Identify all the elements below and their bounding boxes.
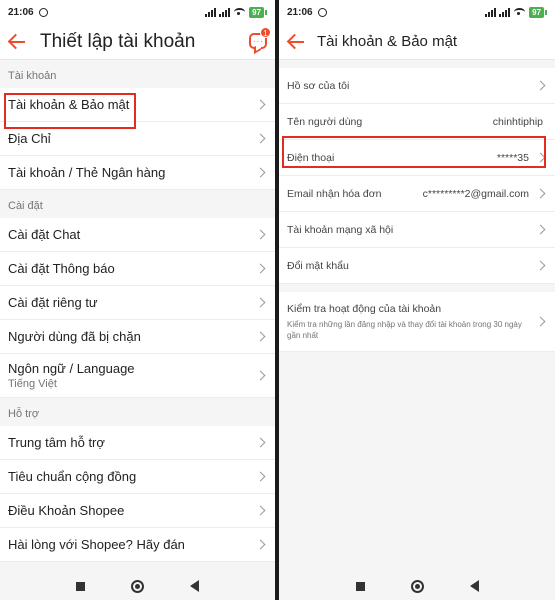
alarm-icon [38,7,48,17]
menu-item-label: Địa Chỉ [8,131,51,146]
menu-item-account-activity[interactable]: Kiểm tra hoạt động của tài khoản Kiểm tr… [279,292,555,352]
email-value: c*********2@gmail.com [422,187,529,200]
menu-item-label: Tên người dùng [287,115,363,128]
signal-icon [485,7,497,17]
alarm-icon [317,7,327,17]
menu-item-label: Người dùng đã bị chặn [8,329,141,344]
chevron-right-icon [535,316,546,327]
app-bar: Tài khoản & Bảo mật [279,24,555,60]
status-bar: 21:06 97 [279,0,555,24]
menu-item-address[interactable]: Địa Chỉ [0,122,275,156]
back-arrow-icon[interactable] [0,24,32,60]
battery-icon: 97 [249,6,264,18]
menu-item-account-security[interactable]: Tài khoản & Bảo mật [0,88,275,122]
chevron-right-icon [255,539,266,550]
section-header-support: Hỗ trợ [0,398,275,426]
menu-item-label: Ngôn ngữ / Language [8,361,135,376]
chevron-right-icon [255,297,266,308]
chevron-right-icon [255,133,266,144]
back-arrow-icon[interactable] [279,24,311,60]
home-icon[interactable] [131,579,144,593]
chevron-right-icon [535,80,546,91]
page-title: Thiết lập tài khoản [40,30,196,52]
menu-item-bank-account[interactable]: Tài khoản / Thẻ Ngân hàng [0,156,275,190]
chevron-right-icon [255,229,266,240]
menu-item-sublabel: Kiểm tra những lần đăng nhập và thay đổi… [287,319,522,340]
menu-item-notification-settings[interactable]: Cài đặt Thông báo [0,252,275,286]
username-value: chinhtiphip [492,115,543,128]
status-time: 21:06 [287,6,313,18]
chevron-right-icon [255,437,266,448]
chevron-right-icon [535,260,546,271]
status-time: 21:06 [8,6,34,18]
menu-item-phone[interactable]: Điện thoại *****35 [279,140,555,176]
signal-icon [499,7,511,17]
chevron-right-icon [255,471,266,482]
chevron-right-icon [255,167,266,178]
app-bar: Thiết lập tài khoản ··· 1 [0,24,275,60]
wifi-icon [514,8,526,16]
recents-icon[interactable] [76,581,85,591]
chevron-right-icon [255,99,266,110]
system-nav-bar [0,572,275,600]
menu-item-privacy-settings[interactable]: Cài đặt riêng tư [0,286,275,320]
right-screen: 21:06 97 Tài khoản & Bảo mật Hồ sơ của t… [279,0,555,600]
back-icon[interactable] [190,580,199,592]
system-nav-bar [279,572,555,600]
wifi-icon [234,8,246,16]
chevron-right-icon [255,331,266,342]
phone-value: *****35 [496,151,529,164]
section-header-settings: Cài đặt [0,190,275,218]
menu-item-label: Điều Khoản Shopee [8,503,125,518]
signal-icon [205,7,217,17]
menu-item-label: Hài lòng với Shopee? Hãy đán [8,537,185,552]
menu-item-language[interactable]: Ngôn ngữ / Language Tiếng Việt [0,354,275,398]
chevron-right-icon [535,152,546,163]
section-header-account: Tài khoản [0,60,275,88]
menu-item-community-standards[interactable]: Tiêu chuẩn cộng đồng [0,460,275,494]
menu-item-label: Cài đặt Thông báo [8,261,115,276]
chevron-right-icon [255,263,266,274]
menu-item-label: Trung tâm hỗ trợ [8,435,105,450]
back-icon[interactable] [469,580,479,592]
menu-item-label: Đổi mật khẩu [287,259,349,272]
recents-icon[interactable] [355,581,365,591]
page-title: Tài khoản & Bảo mật [317,33,458,50]
menu-item-invoice-email[interactable]: Email nhận hóa đơn c*********2@gmail.com [279,176,555,212]
menu-item-label: Tài khoản mạng xã hội [287,223,394,236]
menu-item-shopee-terms[interactable]: Điều Khoản Shopee [0,494,275,528]
left-screen: 21:06 97 Thiết lập tài khoản ··· 1 Tài k… [0,0,275,600]
menu-item-username[interactable]: Tên người dùng chinhtiphip [279,104,555,140]
menu-item-sublabel: Tiếng Việt [8,378,57,390]
status-bar: 21:06 97 [0,0,275,24]
signal-icon [219,7,231,17]
chevron-right-icon [255,370,266,381]
menu-item-label: Cài đặt Chat [8,227,81,242]
menu-item-help-center[interactable]: Trung tâm hỗ trợ [0,426,275,460]
menu-item-label: Tài khoản / Thẻ Ngân hàng [8,165,166,180]
menu-item-blocked-users[interactable]: Người dùng đã bị chặn [0,320,275,354]
menu-item-label: Email nhận hóa đơn [287,187,382,200]
chat-badge: 1 [260,27,271,38]
menu-item-label: Hồ sơ của tôi [287,79,350,92]
menu-item-label: Cài đặt riêng tư [8,295,98,310]
menu-item-chat-settings[interactable]: Cài đặt Chat [0,218,275,252]
menu-item-rate-shopee[interactable]: Hài lòng với Shopee? Hãy đán [0,528,275,562]
home-icon[interactable] [410,579,424,593]
chevron-right-icon [255,505,266,516]
menu-item-my-profile[interactable]: Hồ sơ của tôi [279,68,555,104]
battery-icon: 97 [529,6,544,18]
chevron-right-icon [535,224,546,235]
menu-item-label: Kiểm tra hoạt động của tài khoản [287,302,442,315]
chevron-right-icon [535,188,546,199]
menu-item-change-password[interactable]: Đổi mật khẩu [279,248,555,284]
menu-item-social-accounts[interactable]: Tài khoản mạng xã hội [279,212,555,248]
menu-item-label: Tiêu chuẩn cộng đồng [8,469,137,484]
menu-item-label: Tài khoản & Bảo mật [8,97,130,112]
menu-item-label: Điện thoại [287,151,335,164]
